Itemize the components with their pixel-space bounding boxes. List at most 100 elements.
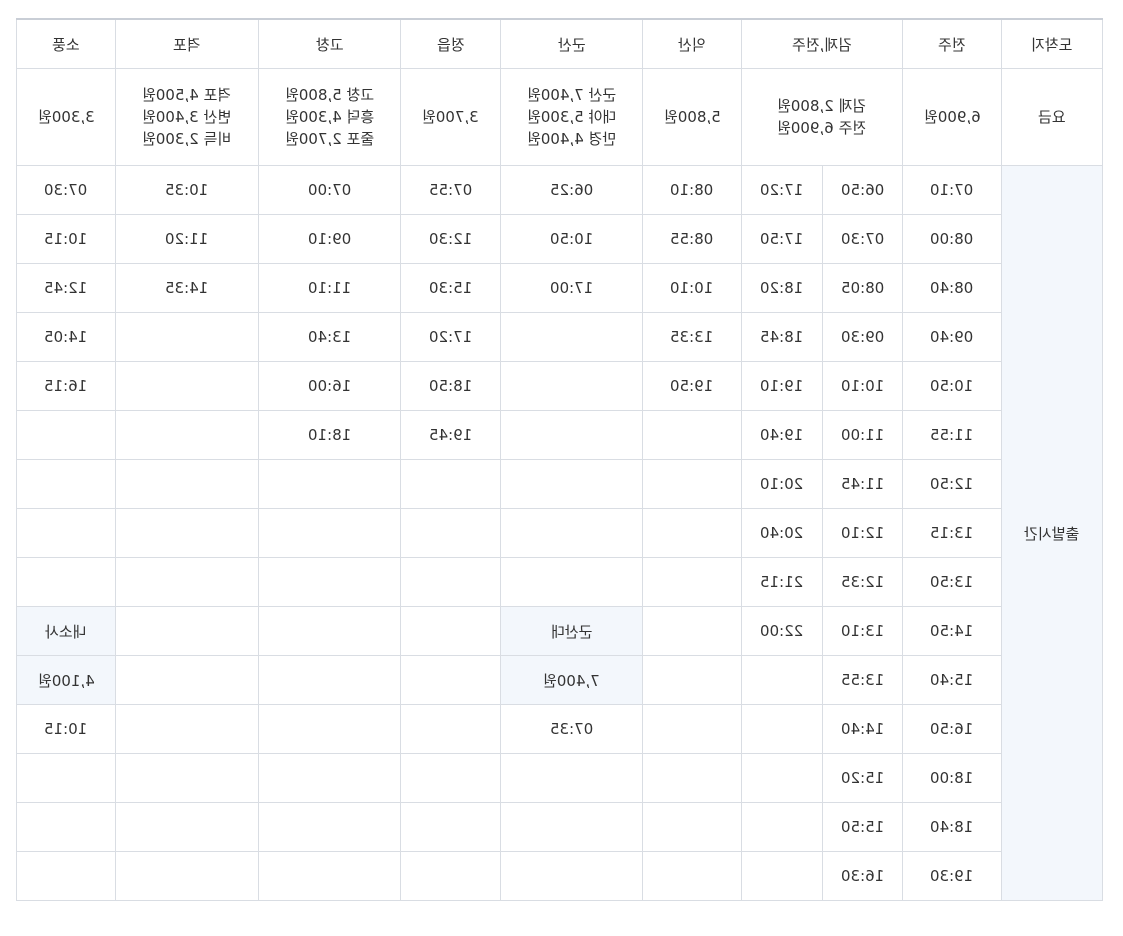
time-cell: 13:15 [902,508,1002,558]
time-cell: 15:50 [822,802,903,852]
time-cell: 10:50 [902,361,1002,411]
time-cell: 07:00 [258,165,401,215]
time-cell: 18:40 [902,802,1002,852]
time-row: 07:30 10:35 07:00 07:55 06:25 08:10 17:2… [16,165,1103,901]
fare-cell: 5,800원 [642,68,742,166]
time-row: 10:15 11:20 09:10 12:30 10:50 08:55 17:5… [16,214,1103,264]
time-cell: 08:05 [822,263,903,313]
time-cell [400,557,501,607]
time-cell [16,802,116,852]
time-row: 21:15 12:35 13:50 [16,557,1103,607]
time-row: 20:10 11:45 12:50 [16,459,1103,509]
time-cell [741,704,823,754]
time-row: 10:15 07:35 14:40 16:50 [16,704,1103,754]
header-cell: 전주 [902,18,1002,69]
time-cell [500,508,643,558]
time-cell: 10:15 [16,214,116,264]
time-cell [115,704,259,754]
time-cell [16,508,116,558]
time-cell [642,410,742,460]
time-cell: 12:10 [822,508,903,558]
time-cell [500,851,643,901]
time-cell [258,704,401,754]
time-cell [400,802,501,852]
time-row: 12:45 14:35 11:10 15:30 17:00 10:10 18:2… [16,263,1103,313]
time-cell [258,606,401,656]
time-cell [258,557,401,607]
time-cell [642,508,742,558]
time-cell [642,753,742,803]
header-cell: 군산 [500,18,643,69]
fare-cell: 김제 2,800원 전주 6,900원 [741,68,903,166]
time-cell [115,753,259,803]
time-cell: 19:30 [902,851,1002,901]
fare-cell: 고창 5,800원 흥덕 4,300원 줄포 2,700원 [258,68,401,166]
time-row: 20:40 12:10 13:15 [16,508,1103,558]
time-cell [500,361,643,411]
time-cell: 22:00 [741,606,823,656]
time-cell: 11:45 [822,459,903,509]
time-cell: 19:45 [400,410,501,460]
time-cell [642,557,742,607]
time-cell: 13:50 [902,557,1002,607]
time-cell: 17:00 [500,263,643,313]
time-row: 15:20 18:00 [16,753,1103,803]
time-cell [642,459,742,509]
time-cell [258,508,401,558]
time-cell: 11:20 [115,214,259,264]
time-cell: 16:00 [258,361,401,411]
sub-route-fare: 7,400원 [500,655,643,705]
header-label: 도착지 [1001,18,1103,69]
time-cell: 14:40 [822,704,903,754]
time-cell [400,704,501,754]
time-cell: 08:55 [642,214,742,264]
time-cell [115,312,259,362]
time-cell: 21:15 [741,557,823,607]
time-cell: 10:35 [115,165,259,215]
time-cell: 13:10 [822,606,903,656]
time-cell [16,753,116,803]
time-row: 내소사 군산대 22:00 13:10 14:50 [16,606,1103,656]
time-cell: 14:35 [115,263,259,313]
time-cell [741,851,823,901]
time-cell: 11:00 [822,410,903,460]
time-row: 16:30 19:30 [16,851,1103,901]
fare-cell: 6,900원 [902,68,1002,166]
time-cell: 06:25 [500,165,643,215]
time-cell: 12:50 [902,459,1002,509]
time-cell [741,802,823,852]
time-cell: 17:20 [400,312,501,362]
time-cell: 12:35 [822,557,903,607]
header-cell: 고창 [258,18,401,69]
time-cell [500,753,643,803]
time-cell: 15:30 [400,263,501,313]
time-cell: 15:20 [822,753,903,803]
time-row: 15:50 18:40 [16,802,1103,852]
departure-label-cell: 출발시간 [1001,165,1103,901]
time-cell: 07:10 [902,165,1002,215]
time-cell: 08:00 [902,214,1002,264]
time-cell: 19:10 [741,361,823,411]
time-cell: 10:10 [642,263,742,313]
header-cell: 익산 [642,18,742,69]
time-cell [642,704,742,754]
time-cell [500,557,643,607]
time-cell [115,655,259,705]
time-cell: 07:30 [16,165,116,215]
header-cell: 격포 [115,18,259,69]
time-row: 16:15 16:00 18:50 19:50 19:10 10:10 10:5… [16,361,1103,411]
time-cell: 13:55 [822,655,903,705]
time-cell [642,606,742,656]
time-cell: 07:35 [500,704,643,754]
time-row: 4,100원 7,400원 13:55 15:40 [16,655,1103,705]
time-cell [400,655,501,705]
time-cell [258,753,401,803]
time-cell: 09:10 [258,214,401,264]
fare-cell: 군산 7,400원 대야 5,300원 만경 4,400원 [500,68,643,166]
time-cell: 07:30 [822,214,903,264]
time-cell: 15:40 [902,655,1002,705]
time-cell: 10:15 [16,704,116,754]
time-cell: 11:55 [902,410,1002,460]
time-cell [400,508,501,558]
time-cell: 14:05 [16,312,116,362]
